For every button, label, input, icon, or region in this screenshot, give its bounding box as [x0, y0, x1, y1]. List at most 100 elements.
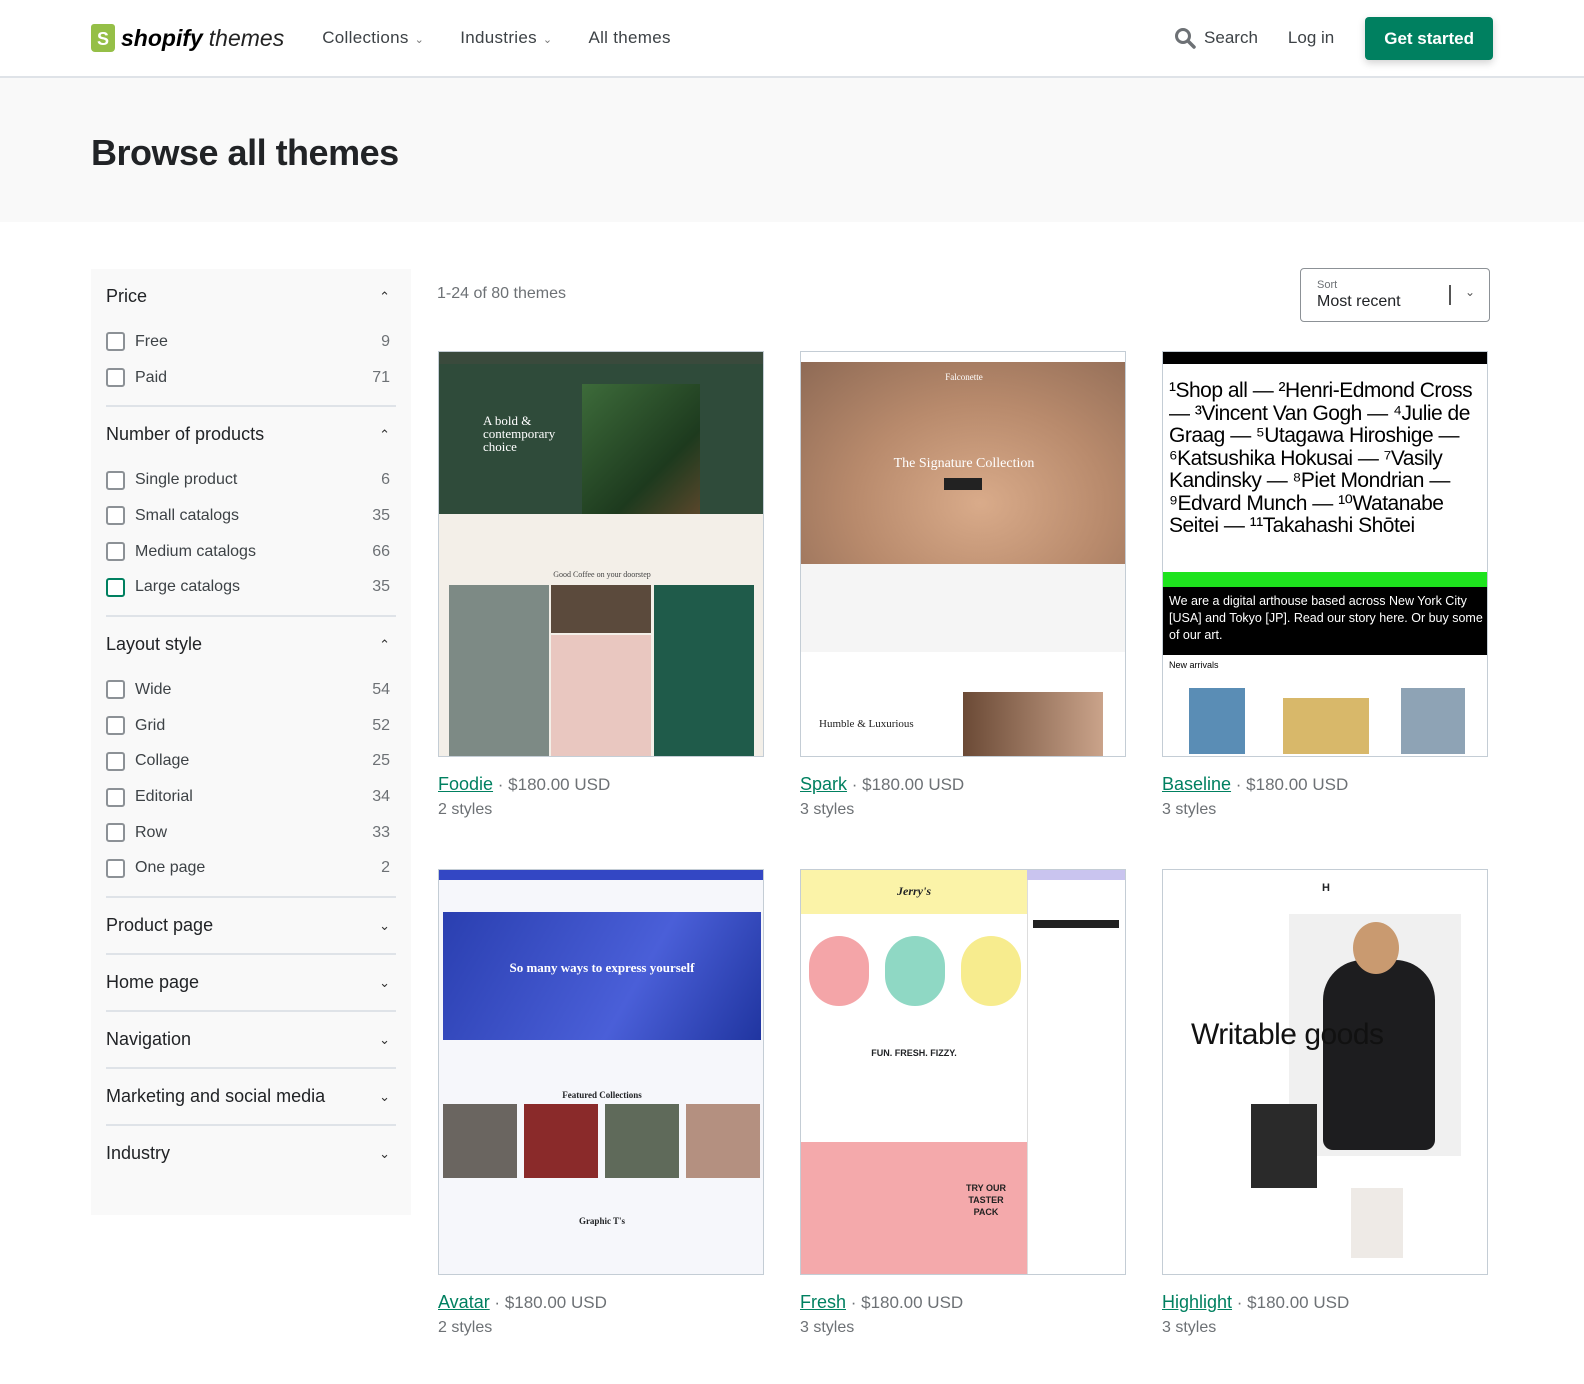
preview-brand: Falconette — [945, 372, 983, 382]
filter-option-count: 9 — [381, 332, 390, 350]
theme-preview[interactable]: Falconette The Signature Collection Humb… — [800, 351, 1126, 757]
preview-section: Graphic T's — [578, 1216, 626, 1226]
theme-price: $180.00 USD — [504, 1293, 607, 1312]
filter-option-count: 66 — [372, 542, 390, 560]
filter-option-count: 34 — [372, 788, 390, 806]
filter-option[interactable]: Single product 6 — [106, 462, 396, 498]
filter-option-label: Row — [135, 823, 168, 841]
filter-section: Navigation ⌄ — [106, 1012, 396, 1070]
shopify-themes-logo[interactable]: S shopify themes — [91, 24, 284, 52]
filter-section-toggle[interactable]: Number of products ⌃ — [106, 407, 396, 462]
filter-sidebar: Price ⌃ Free 9 Paid 71 Number of products ⌃ Sing… — [91, 269, 411, 1215]
theme-preview[interactable]: A bold & contemporary choice Good Coffee… — [438, 351, 764, 757]
theme-name-link[interactable]: Spark — [800, 774, 847, 794]
checkbox[interactable] — [106, 823, 125, 843]
filter-section-toggle[interactable]: Price ⌃ — [106, 269, 396, 324]
filter-section-toggle[interactable]: Product page ⌄ — [106, 898, 396, 953]
search-button[interactable]: Search — [1174, 27, 1258, 49]
divider — [1449, 285, 1451, 305]
checkbox[interactable] — [106, 368, 125, 388]
shopify-bag-icon: S — [91, 24, 115, 52]
preview-subhead: Good Coffee on your doorstep — [553, 570, 651, 579]
filter-option[interactable]: Wide 54 — [106, 672, 396, 708]
theme-price: $180.00 USD — [1246, 775, 1349, 794]
filter-option-count: 6 — [381, 471, 390, 489]
theme-styles: 3 styles — [1162, 801, 1217, 818]
filter-option-count: 2 — [381, 859, 390, 877]
theme-styles: 2 styles — [438, 1319, 493, 1336]
checkbox[interactable] — [106, 751, 125, 771]
filter-section-toggle[interactable]: Home page ⌄ — [106, 955, 396, 1010]
filter-option[interactable]: Large catalogs 35 — [106, 569, 396, 605]
filter-option[interactable]: Row 33 — [106, 815, 396, 851]
filter-section-toggle[interactable]: Navigation ⌄ — [106, 1012, 396, 1067]
checkbox[interactable] — [106, 787, 125, 807]
theme-preview[interactable]: H Writable goods — [1162, 869, 1488, 1275]
filter-option-label: Small catalogs — [135, 506, 240, 524]
theme-name-link[interactable]: Highlight — [1162, 1292, 1232, 1312]
filter-option[interactable]: Free 9 — [106, 324, 396, 360]
theme-styles: 3 styles — [800, 801, 855, 818]
chevron-up-icon: ⌃ — [379, 288, 390, 304]
filter-option-count: 54 — [372, 680, 390, 698]
filter-option-count: 52 — [372, 716, 390, 734]
theme-name-link[interactable]: Avatar — [438, 1292, 490, 1312]
filter-option[interactable]: Medium catalogs 66 — [106, 534, 396, 570]
theme-name-link[interactable]: Baseline — [1162, 774, 1231, 794]
preview-headline: ¹Shop all — ²Henri-Edmond Cross — ³Vince… — [1169, 379, 1473, 537]
filter-option[interactable]: Small catalogs 35 — [106, 498, 396, 534]
filter-option-count: 71 — [372, 368, 390, 386]
filter-section-title: Number of products — [106, 424, 265, 445]
checkbox[interactable] — [106, 577, 125, 597]
login-link[interactable]: Log in — [1288, 28, 1334, 48]
filter-option[interactable]: Paid 71 — [106, 360, 396, 396]
theme-styles: 2 styles — [438, 801, 493, 818]
filter-section-title: Layout style — [106, 634, 203, 655]
sort-select[interactable]: Sort Most recent ⌄ — [1300, 268, 1490, 322]
logo-subtext: themes — [208, 24, 285, 51]
theme-card-spark: Falconette The Signature Collection Humb… — [800, 351, 1126, 819]
filter-section: Industry ⌄ — [106, 1126, 396, 1181]
nav-all-themes[interactable]: All themes — [588, 28, 670, 48]
search-icon — [1175, 28, 1196, 49]
theme-styles: 3 styles — [1162, 1319, 1217, 1336]
theme-name-link[interactable]: Foodie — [438, 774, 493, 794]
theme-preview[interactable]: Jerry's FUN. FRESH. FIZZY. TRY OUR TASTE… — [800, 869, 1126, 1275]
filter-option[interactable]: Collage 25 — [106, 744, 396, 780]
preview-about: We are a digital arthouse based across N… — [1163, 587, 1487, 655]
checkbox[interactable] — [106, 858, 125, 878]
filter-section: Product page ⌄ — [106, 898, 396, 956]
checkbox[interactable] — [106, 716, 125, 736]
filter-section-toggle[interactable]: Layout style ⌃ — [106, 617, 396, 672]
filter-section: Marketing and social media ⌄ — [106, 1069, 396, 1127]
get-started-button[interactable]: Get started — [1365, 16, 1493, 60]
nav-label: Industries — [460, 28, 537, 47]
filter-option[interactable]: Editorial 34 — [106, 779, 396, 815]
filter-section: Number of products ⌃ Single product 6 Small … — [106, 407, 396, 618]
theme-price: $180.00 USD — [861, 1293, 964, 1312]
filter-option[interactable]: Grid 52 — [106, 708, 396, 744]
nav-collections[interactable]: Collections ⌄ — [322, 28, 424, 48]
chevron-down-icon: ⌄ — [379, 1145, 390, 1161]
filter-section-title: Marketing and social media — [106, 1086, 326, 1107]
checkbox[interactable] — [106, 506, 125, 526]
checkbox[interactable] — [106, 680, 125, 700]
filter-option-count: 35 — [372, 578, 390, 596]
filter-option[interactable]: One page 2 — [106, 851, 396, 887]
checkbox[interactable] — [106, 470, 125, 490]
filter-section-toggle[interactable]: Industry ⌄ — [106, 1126, 396, 1181]
filter-option-label: Single product — [135, 471, 238, 489]
preview-subhead: TRY OUR TASTER PACK — [965, 1183, 1006, 1217]
theme-name-link[interactable]: Fresh — [800, 1292, 846, 1312]
nav-industries[interactable]: Industries ⌄ — [460, 28, 552, 48]
filter-option-count: 25 — [372, 752, 390, 770]
theme-preview[interactable]: ¹Shop all — ²Henri-Edmond Cross — ³Vince… — [1162, 351, 1488, 757]
page-title: Browse all themes — [91, 132, 399, 173]
theme-preview[interactable]: So many ways to express yourself Feature… — [438, 869, 764, 1275]
filter-section-title: Product page — [106, 915, 214, 936]
filter-section-toggle[interactable]: Marketing and social media ⌄ — [106, 1069, 396, 1124]
checkbox[interactable] — [106, 542, 125, 562]
checkbox[interactable] — [106, 332, 125, 352]
top-nav: S shopify themes Collections ⌄ Industries… — [0, 0, 1584, 78]
chevron-down-icon: ⌄ — [379, 1088, 390, 1104]
